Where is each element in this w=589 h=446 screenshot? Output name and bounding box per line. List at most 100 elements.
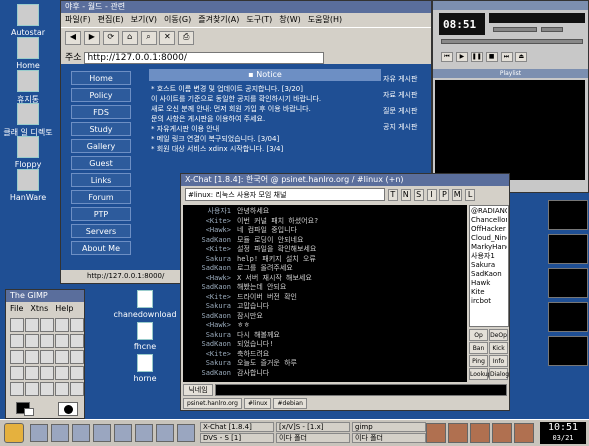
- editor-icon[interactable]: [72, 424, 90, 442]
- desktop-icon[interactable]: Floppy: [2, 136, 54, 169]
- crop-icon[interactable]: [55, 334, 69, 348]
- notice-line[interactable]: * 회원 대상 서비스 xdinx 시작합니다. [3/4]: [151, 144, 379, 154]
- user-list-item[interactable]: Sakura: [471, 261, 507, 270]
- desktop-file[interactable]: fhcne: [110, 322, 180, 351]
- side-link[interactable]: 자료 게시판: [383, 87, 431, 103]
- xmms-balance-slider[interactable]: [541, 27, 563, 32]
- chat-tab[interactable]: psinet.hanlro.org: [183, 398, 242, 409]
- side-link[interactable]: 질문 게시판: [383, 103, 431, 119]
- mail-applet-icon[interactable]: [470, 423, 490, 443]
- magic-wand-icon[interactable]: [55, 318, 69, 332]
- desktop-icon[interactable]: Autostar: [2, 4, 54, 37]
- user-list[interactable]: @RADIANCEChancellorOffHackerCloud_NineMa…: [469, 205, 509, 327]
- mode-m-button[interactable]: M: [452, 189, 463, 201]
- user-list-item[interactable]: Hawk: [471, 279, 507, 288]
- nav-item[interactable]: Forum: [71, 190, 131, 204]
- user-action-button[interactable]: DeOp: [489, 329, 508, 341]
- gimp-menu-item[interactable]: File: [10, 304, 23, 313]
- eraser-icon[interactable]: [40, 366, 54, 380]
- mode-l-button[interactable]: L: [465, 189, 476, 201]
- playlist-area[interactable]: [435, 80, 585, 180]
- stop-button[interactable]: ✕: [159, 31, 176, 45]
- user-action-button[interactable]: Info: [489, 355, 508, 367]
- notice-line[interactable]: * 자유게시판 이용 안내: [151, 124, 379, 134]
- lasso-icon[interactable]: [40, 318, 54, 332]
- nav-item[interactable]: About Me: [71, 241, 131, 255]
- ink-icon[interactable]: [25, 382, 39, 396]
- play-button[interactable]: ▶: [455, 52, 468, 62]
- nick-button[interactable]: 닉네임: [183, 384, 213, 396]
- nav-item[interactable]: Study: [71, 122, 131, 136]
- chat-tab[interactable]: #linux: [243, 398, 272, 409]
- nav-item[interactable]: Guest: [71, 156, 131, 170]
- reload-button[interactable]: ⟳: [102, 31, 119, 45]
- menu-item[interactable]: 이동(G): [164, 15, 191, 24]
- taskbar-item[interactable]: 이다 폴더: [352, 433, 426, 443]
- pause-button[interactable]: ❚❚: [470, 52, 483, 62]
- user-action-button[interactable]: Lookup: [469, 368, 491, 380]
- convolve-icon[interactable]: [10, 382, 24, 396]
- file-manager-icon[interactable]: [93, 424, 111, 442]
- zoom-icon[interactable]: [40, 334, 54, 348]
- nav-item[interactable]: Policy: [71, 88, 131, 102]
- stop-media-button[interactable]: ■: [485, 52, 498, 62]
- user-list-item[interactable]: Cloud_Nine: [471, 234, 507, 243]
- menu-item[interactable]: 즐겨찾기(A): [198, 15, 239, 24]
- mode-t-button[interactable]: T: [387, 189, 398, 201]
- bezier-icon[interactable]: [70, 318, 84, 332]
- menu-item[interactable]: 보기(V): [131, 15, 157, 24]
- settings-icon[interactable]: [114, 424, 132, 442]
- smudge-icon[interactable]: [55, 382, 69, 396]
- desktop-icon[interactable]: Home: [2, 37, 54, 70]
- scissors-icon[interactable]: [10, 334, 24, 348]
- user-list-item[interactable]: SadKaon: [471, 270, 507, 279]
- nav-item[interactable]: Gallery: [71, 139, 131, 153]
- notice-line[interactable]: 새로 오신 분께 안내: 먼저 회원 가입 후 이용 바랍니다.: [151, 104, 379, 114]
- menu-item[interactable]: 편집(E): [98, 15, 124, 24]
- user-list-item[interactable]: @RADIANCE: [471, 207, 507, 216]
- xchat-icon[interactable]: [177, 424, 195, 442]
- notice-line[interactable]: * 메일 링크 연결이 복구되었습니다. [3/04]: [151, 134, 379, 144]
- desktop-icon[interactable]: 휴지통: [2, 70, 54, 105]
- notice-line[interactable]: 이 사이트를 기준으로 동일한 공지를 확인하시기 바랍니다.: [151, 94, 379, 104]
- nav-item[interactable]: Home: [71, 71, 131, 85]
- terminal-icon[interactable]: [30, 424, 48, 442]
- flip-icon[interactable]: [10, 350, 24, 364]
- notice-line[interactable]: 문의 사항은 게시판을 이용하여 주세요.: [151, 114, 379, 124]
- select-ellipse-icon[interactable]: [25, 318, 39, 332]
- user-list-item[interactable]: 사용자1: [471, 252, 507, 261]
- user-action-button[interactable]: Dialog: [489, 368, 509, 380]
- desktop-file[interactable]: horne: [110, 354, 180, 383]
- menu-item[interactable]: 창(W): [279, 15, 301, 24]
- menu-item[interactable]: 파일(F): [65, 15, 91, 24]
- next-button[interactable]: ⏭: [500, 52, 513, 62]
- bg-color-swatch[interactable]: [24, 408, 34, 416]
- mode-p-button[interactable]: P: [439, 189, 450, 201]
- mode-i-button[interactable]: I: [426, 189, 437, 201]
- nav-item[interactable]: FDS: [71, 105, 131, 119]
- rotate-icon[interactable]: [70, 334, 84, 348]
- gimp-menu-item[interactable]: Xtns: [30, 304, 48, 313]
- menu-item[interactable]: 도움말(H): [308, 15, 342, 24]
- user-list-item[interactable]: ircbot: [471, 297, 507, 306]
- browser-icon[interactable]: [51, 424, 69, 442]
- address-input[interactable]: http://127.0.0.1:8000/: [84, 51, 325, 64]
- side-link[interactable]: 공지 게시판: [383, 119, 431, 135]
- brush-icon[interactable]: [25, 366, 39, 380]
- printer-icon[interactable]: [492, 423, 512, 443]
- notice-line[interactable]: * 호스트 이름 변경 및 업데이트 공지합니다. [3/20]: [151, 84, 379, 94]
- user-list-item[interactable]: MarkyHandle: [471, 243, 507, 252]
- dodge-icon[interactable]: [40, 382, 54, 396]
- airbrush-icon[interactable]: [55, 366, 69, 380]
- clone-icon[interactable]: [70, 366, 84, 380]
- pencil-icon[interactable]: [10, 366, 24, 380]
- user-action-button[interactable]: Kick: [489, 342, 508, 354]
- mode-s-button[interactable]: S: [413, 189, 424, 201]
- topic-field[interactable]: #linux: 리눅스 사용자 모임 채널: [185, 188, 385, 201]
- user-list-item[interactable]: Kite: [471, 288, 507, 297]
- chat-input[interactable]: [215, 384, 507, 396]
- bucket-icon[interactable]: [55, 350, 69, 364]
- measure-icon[interactable]: [70, 382, 84, 396]
- xmms-seek-bar[interactable]: [441, 39, 583, 44]
- user-list-item[interactable]: Chancellor: [471, 216, 507, 225]
